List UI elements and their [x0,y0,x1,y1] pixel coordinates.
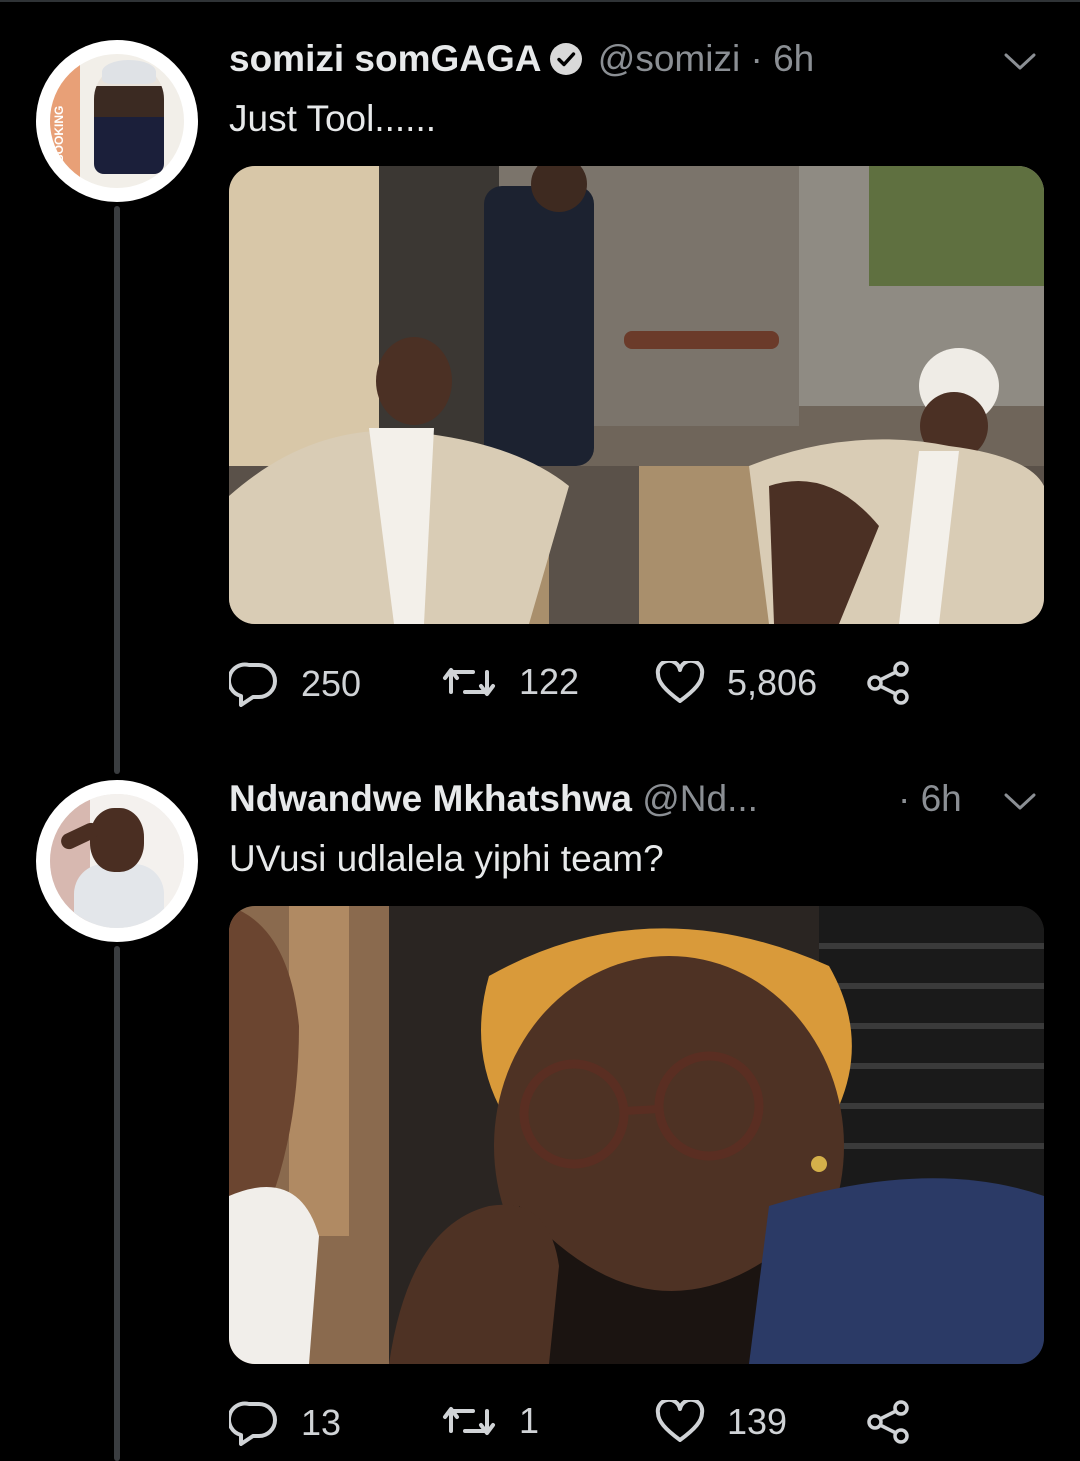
author-handle[interactable]: @somizi [598,38,740,79]
share-button[interactable] [865,1400,935,1444]
tweet-actions: 13 1 139 [229,1400,949,1450]
tweet-photo[interactable] [229,166,1044,624]
tweet-time[interactable]: · 6h [898,778,962,819]
tweet-actions: 250 122 5,806 [229,661,949,711]
author-handle[interactable]: @Nd... [642,778,758,819]
like-button[interactable]: 5,806 [655,661,817,705]
tweet-time-wrap: · 6h [898,778,962,820]
share-icon [867,1400,909,1444]
chevron-down-icon[interactable] [1000,46,1040,76]
share-icon [867,661,909,705]
retweet-icon [443,1407,495,1435]
tweet-header: somizi somGAGA @somizi · 6h [229,38,814,80]
retweet-button[interactable]: 122 [441,661,579,703]
like-count: 139 [727,1401,788,1442]
tweet-text: UVusi udlalela yiphi team? [229,838,664,879]
avatar-image: BOOKING [50,54,184,188]
top-divider [0,0,1080,2]
avatar[interactable]: BOOKING [36,40,198,202]
retweet-count: 1 [519,1400,540,1441]
tweet-photo[interactable] [229,906,1044,1364]
thread-connector-line [114,946,120,1461]
author-name[interactable]: Ndwandwe Mkhatshwa [229,778,632,819]
avatar-image [50,794,184,928]
avatar-logo-text: BOOKING [52,105,66,163]
reply-icon [229,1401,277,1446]
retweet-button[interactable]: 1 [441,1400,539,1442]
thread-connector-line [114,206,120,774]
retweet-count: 122 [519,661,580,702]
author-name[interactable]: somizi somGAGA [229,38,542,79]
share-button[interactable] [865,661,935,705]
like-count: 5,806 [727,662,818,703]
avatar[interactable] [36,780,198,942]
tweet-time[interactable]: · 6h [750,38,814,79]
reply-button[interactable]: 250 [229,661,361,707]
photo-illustration [229,906,1044,1364]
tweet-text: Just Tool...... [229,98,437,139]
chevron-down-icon[interactable] [1000,786,1040,816]
reply-count: 13 [301,1402,342,1443]
reply-count: 250 [301,663,362,704]
tweet-header: Ndwandwe Mkhatshwa @Nd... [229,778,758,820]
photo-illustration [229,166,1044,624]
reply-button[interactable]: 13 [229,1400,341,1446]
reply-icon [229,662,277,707]
like-icon [655,661,705,703]
verified-badge-icon [549,43,582,75]
retweet-icon [443,668,495,696]
like-icon [655,1400,705,1442]
like-button[interactable]: 139 [655,1400,787,1444]
